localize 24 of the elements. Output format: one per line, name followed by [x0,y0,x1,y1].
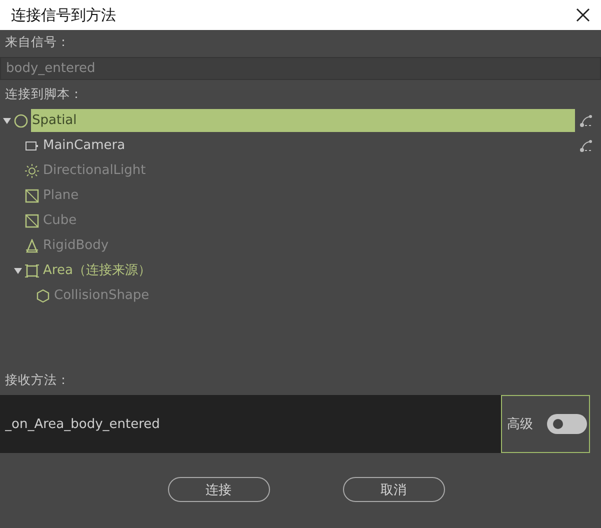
hexagon-icon [36,288,50,302]
window-title: 连接信号到方法 [11,6,116,24]
circle-icon [14,114,28,128]
camera-icon [25,138,39,152]
field-label: 接收方法： [4,371,71,389]
field-label: 连接到脚本： [4,85,84,103]
square-icon [25,214,39,228]
close-icon[interactable] [575,7,591,23]
method-field[interactable]: _on_Area_body_entered [0,395,501,453]
signal-field[interactable]: body_entered [0,57,601,80]
tree-item[interactable]: Area（连接来源） [42,259,151,282]
advanced-switch[interactable] [547,414,587,434]
switch-label: 高级 [507,416,533,433]
expand-arrow-icon[interactable] [14,268,22,274]
sun-icon [25,164,39,178]
square-icon [25,264,39,278]
square-icon [25,188,39,202]
dialog-button[interactable]: 取消 [342,477,444,502]
tree-item[interactable]: Spatial [31,109,575,132]
field-label: 来自信号： [4,33,71,51]
expand-arrow-icon[interactable] [3,118,11,124]
tree-item[interactable]: MainCamera [42,134,126,157]
triangle-icon [25,238,39,252]
dialog-button[interactable]: 连接 [168,477,270,502]
